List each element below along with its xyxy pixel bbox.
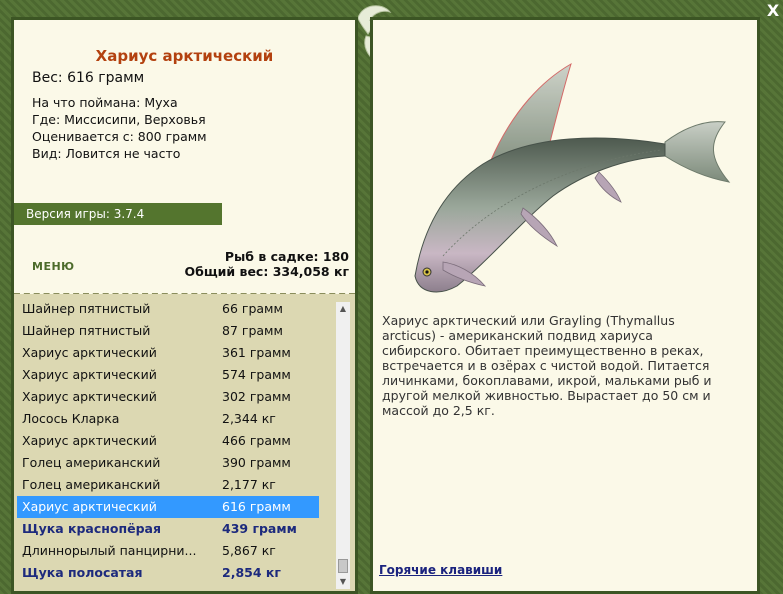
location: Где: Миссисипи, Верховья: [32, 112, 206, 127]
list-item[interactable]: Щука полосатая 2,854 кг: [17, 562, 319, 584]
list-item-weight: 390 грамм: [222, 455, 291, 470]
list-item[interactable]: Шайнер пятнистый 87 грамм: [17, 320, 319, 342]
list-item-name: Хариус арктический: [22, 345, 157, 360]
list-item-weight: 87 грамм: [222, 323, 283, 338]
list-item-weight: 2,344 кг: [222, 411, 276, 426]
list-item-name: Хариус арктический: [22, 389, 157, 404]
fish-count: Рыб в садке: 180: [224, 249, 349, 264]
list-item-weight: 466 грамм: [222, 433, 291, 448]
rarity: Вид: Ловится не часто: [32, 146, 181, 161]
list-item-name: Щука краснопёрая: [22, 521, 162, 536]
list-item[interactable]: Шайнер пятнистый 66 грамм: [17, 298, 319, 320]
scroll-down-icon[interactable]: ▼: [336, 575, 350, 589]
list-item-name: Шайнер пятнистый: [22, 301, 151, 316]
fish-title: Хариус арктический: [95, 47, 274, 65]
list-item[interactable]: Голец американский 2,177 кг: [17, 474, 319, 496]
fish-illustration: [403, 50, 733, 310]
list-item[interactable]: Лосось Кларка 2,344 кг: [17, 408, 319, 430]
list-item-name: Хариус арктический: [22, 433, 157, 448]
catch-list[interactable]: Шайнер пятнистый 66 грамм Шайнер пятнистый…: [14, 294, 355, 591]
version-bar: Версия игры: 3.7.4: [14, 203, 222, 225]
list-scrollbar[interactable]: ▲ ▼: [336, 302, 350, 589]
list-item[interactable]: Длиннорылый панцирни... 5,867 кг: [17, 540, 319, 562]
list-item-weight: 439 грамм: [222, 521, 297, 536]
list-item-name: Хариус арктический: [22, 499, 157, 514]
list-item[interactable]: Хариус арктический 574 грамм: [17, 364, 319, 386]
list-item-weight: 5,867 кг: [222, 543, 276, 558]
close-icon[interactable]: X: [764, 2, 782, 20]
hotkeys-link[interactable]: Горячие клавиши: [379, 563, 502, 577]
scroll-up-icon[interactable]: ▲: [336, 302, 350, 316]
list-item[interactable]: Хариус арктический 616 грамм: [17, 496, 319, 518]
catch-stats: Рыб в садке: 180 Общий вес: 334,058 кг: [185, 249, 350, 279]
scroll-thumb[interactable]: [338, 559, 348, 573]
caught-with: На что поймана: Муха: [32, 95, 178, 110]
valued-from: Оценивается с: 800 грамм: [32, 129, 207, 144]
list-item-name: Хариус арктический: [22, 367, 157, 382]
list-item-weight: 66 грамм: [222, 301, 283, 316]
list-item-weight: 616 грамм: [222, 499, 291, 514]
list-item-name: Лосось Кларка: [22, 411, 120, 426]
fish-details-panel: Хариус арктический Вес: 616 грамм На что…: [11, 17, 358, 594]
fish-description: Хариус арктический или Grayling (Thymall…: [382, 313, 712, 418]
list-item-name: Длиннорылый панцирни...: [22, 543, 197, 558]
list-item[interactable]: Хариус арктический 302 грамм: [17, 386, 319, 408]
fish-info-panel: Хариус арктический или Grayling (Thymall…: [370, 17, 760, 594]
list-item-weight: 361 грамм: [222, 345, 291, 360]
list-item[interactable]: Хариус арктический 361 грамм: [17, 342, 319, 364]
list-item[interactable]: Хариус арктический 466 грамм: [17, 430, 319, 452]
list-item[interactable]: Голец американский 390 грамм: [17, 452, 319, 474]
list-item-name: Шайнер пятнистый: [22, 323, 151, 338]
fish-weight: Вес: 616 грамм: [32, 70, 145, 86]
list-item[interactable]: Щука краснопёрая 439 грамм: [17, 518, 319, 540]
fish-info: На что поймана: Муха Где: Миссисипи, Вер…: [32, 94, 207, 162]
total-weight: Общий вес: 334,058 кг: [184, 264, 350, 279]
list-item-name: Щука полосатая: [22, 565, 143, 580]
list-item-name: Голец американский: [22, 477, 161, 492]
list-item-weight: 574 грамм: [222, 367, 291, 382]
list-item-weight: 2,177 кг: [222, 477, 276, 492]
menu-button[interactable]: МЕНЮ: [32, 260, 75, 273]
list-item-weight: 302 грамм: [222, 389, 291, 404]
list-item-weight: 2,854 кг: [222, 565, 281, 580]
list-item-name: Голец американский: [22, 455, 161, 470]
